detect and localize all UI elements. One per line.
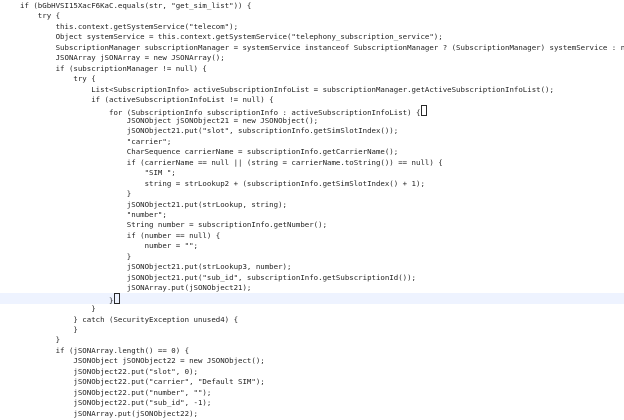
- code-line[interactable]: number = "";: [0, 240, 624, 251]
- code-line-text: jSONObject22.put("sub_id", -1);: [20, 398, 212, 408]
- code-line[interactable]: try {: [0, 10, 624, 21]
- code-line[interactable]: }: [0, 324, 624, 335]
- code-line-text: }: [20, 335, 61, 345]
- code-line[interactable]: if (subscriptionManager != null) {: [0, 63, 624, 74]
- code-line-text: if (carrierName == null || (string = car…: [20, 157, 443, 167]
- code-line-text: jSONObject21.put("slot", subscriptionInf…: [20, 126, 399, 136]
- code-line[interactable]: "number";: [0, 209, 624, 220]
- code-line[interactable]: }: [0, 251, 624, 262]
- code-line[interactable]: }: [0, 334, 624, 345]
- code-line-text: try {: [20, 74, 96, 84]
- code-line[interactable]: if (activeSubscriptionInfoList != null) …: [0, 94, 624, 105]
- code-line-text: JSONArray jSONArray = new JSONArray();: [20, 53, 225, 63]
- code-line-text: String number = subscriptionInfo.getNumb…: [20, 220, 328, 230]
- code-line-text: }: [20, 324, 78, 334]
- code-line-text: "number";: [20, 210, 167, 219]
- code-line[interactable]: if (bGbHVSI15XacF6KaC.equals(str, "get_s…: [0, 0, 624, 11]
- code-line-text: jSONObject22.put("number", "");: [20, 387, 212, 397]
- code-line[interactable]: jSONObject21.put(strLookup, string);: [0, 199, 624, 210]
- code-line[interactable]: "carrier";: [0, 136, 624, 147]
- code-line[interactable]: }: [0, 292, 624, 305]
- code-line-text: jSONArray.put(jSONObject22);: [20, 408, 198, 418]
- code-line-text: string = strLookup2 + (subscriptionInfo.…: [20, 178, 425, 188]
- code-line[interactable]: jSONObject21.put(strLookup3, number);: [0, 261, 624, 272]
- code-line[interactable]: JSONObject jSONObject22 = new JSONObject…: [0, 355, 624, 366]
- text-caret: [114, 292, 121, 304]
- code-line-text: Object systemService = this.context.getS…: [20, 32, 443, 42]
- code-line-text: jSONObject21.put(strLookup3, number);: [20, 262, 292, 272]
- code-editor[interactable]: if (bGbHVSI15XacF6KaC.equals(str, "get_s…: [0, 0, 624, 420]
- code-line[interactable]: JSONObject jSONObject21 = new JSONObject…: [0, 115, 624, 126]
- code-line-text: if (activeSubscriptionInfoList != null) …: [20, 95, 274, 105]
- code-line-text: List<SubscriptionInfo> activeSubscriptio…: [20, 84, 554, 94]
- code-line[interactable]: jSONArray.put(jSONObject21);: [0, 282, 624, 293]
- code-line[interactable]: } catch (SecurityException unused4) {: [0, 314, 624, 325]
- code-line[interactable]: }: [0, 188, 624, 199]
- code-line[interactable]: if (jSONArray.length() == 0) {: [0, 345, 624, 356]
- code-line-text: number = "";: [20, 241, 198, 251]
- code-line[interactable]: Object systemService = this.context.getS…: [0, 31, 624, 42]
- code-line-text: "SIM ";: [20, 168, 176, 178]
- code-line-text: if (jSONArray.length() == 0) {: [20, 345, 190, 355]
- code-line-text: this.context.getSystemService("telecom")…: [20, 21, 239, 31]
- code-line-text: jSONObject22.put("slot", 0);: [20, 366, 198, 376]
- code-line-text: jSONObject21.put("sub_id", subscriptionI…: [20, 272, 417, 282]
- code-line[interactable]: jSONObject22.put("carrier", "Default SIM…: [0, 376, 624, 387]
- code-line-text: jSONObject22.put("carrier", "Default SIM…: [20, 377, 265, 387]
- code-line[interactable]: String number = subscriptionInfo.getNumb…: [0, 219, 624, 230]
- code-line[interactable]: "SIM ";: [0, 167, 624, 178]
- code-line-text: if (subscriptionManager != null) {: [20, 63, 207, 73]
- code-line[interactable]: for (SubscriptionInfo subscriptionInfo :…: [0, 104, 624, 117]
- code-line-text: JSONObject jSONObject21 = new JSONObject…: [20, 115, 319, 125]
- code-line-text: jSONObject21.put(strLookup, string);: [20, 199, 287, 209]
- code-line[interactable]: jSONObject21.put("slot", subscriptionInf…: [0, 125, 624, 136]
- code-line[interactable]: List<SubscriptionInfo> activeSubscriptio…: [0, 84, 624, 95]
- code-line-text: }: [20, 304, 96, 314]
- code-line[interactable]: jSONArray.put(jSONObject22);: [0, 408, 624, 419]
- code-line[interactable]: jSONObject21.put("sub_id", subscriptionI…: [0, 272, 624, 283]
- text-caret: [421, 104, 428, 116]
- code-line[interactable]: if (number == null) {: [0, 230, 624, 241]
- code-line-text: JSONObject jSONObject22 = new JSONObject…: [20, 356, 265, 366]
- code-line[interactable]: SubscriptionManager subscriptionManager …: [0, 42, 624, 53]
- code-line[interactable]: try {: [0, 73, 624, 84]
- code-line-text: if (number == null) {: [20, 230, 221, 240]
- code-line[interactable]: if (carrierName == null || (string = car…: [0, 157, 624, 168]
- code-line-text: }: [20, 251, 132, 261]
- code-line-text: } catch (SecurityException unused4) {: [20, 314, 239, 324]
- code-line[interactable]: }: [0, 303, 624, 314]
- code-line[interactable]: CharSequence carrierName = subscriptionI…: [0, 146, 624, 157]
- code-line[interactable]: JSONArray jSONArray = new JSONArray();: [0, 52, 624, 63]
- code-line[interactable]: this.context.getSystemService("telecom")…: [0, 21, 624, 32]
- code-line[interactable]: jSONObject22.put("sub_id", -1);: [0, 397, 624, 408]
- code-line-text: if (bGbHVSI15XacF6KaC.equals(str, "get_s…: [20, 1, 252, 10]
- code-line[interactable]: jSONObject22.put("number", "");: [0, 387, 624, 398]
- code-line-text: jSONArray.put(jSONObject21);: [20, 283, 252, 293]
- code-line-text: CharSequence carrierName = subscriptionI…: [20, 147, 399, 157]
- code-line-text: SubscriptionManager subscriptionManager …: [20, 42, 624, 52]
- code-line-text: "carrier";: [20, 136, 172, 146]
- code-line-text: }: [20, 189, 132, 199]
- code-line-text: try {: [20, 11, 61, 21]
- code-line[interactable]: string = strLookup2 + (subscriptionInfo.…: [0, 178, 624, 189]
- code-line[interactable]: jSONObject22.put("slot", 0);: [0, 366, 624, 377]
